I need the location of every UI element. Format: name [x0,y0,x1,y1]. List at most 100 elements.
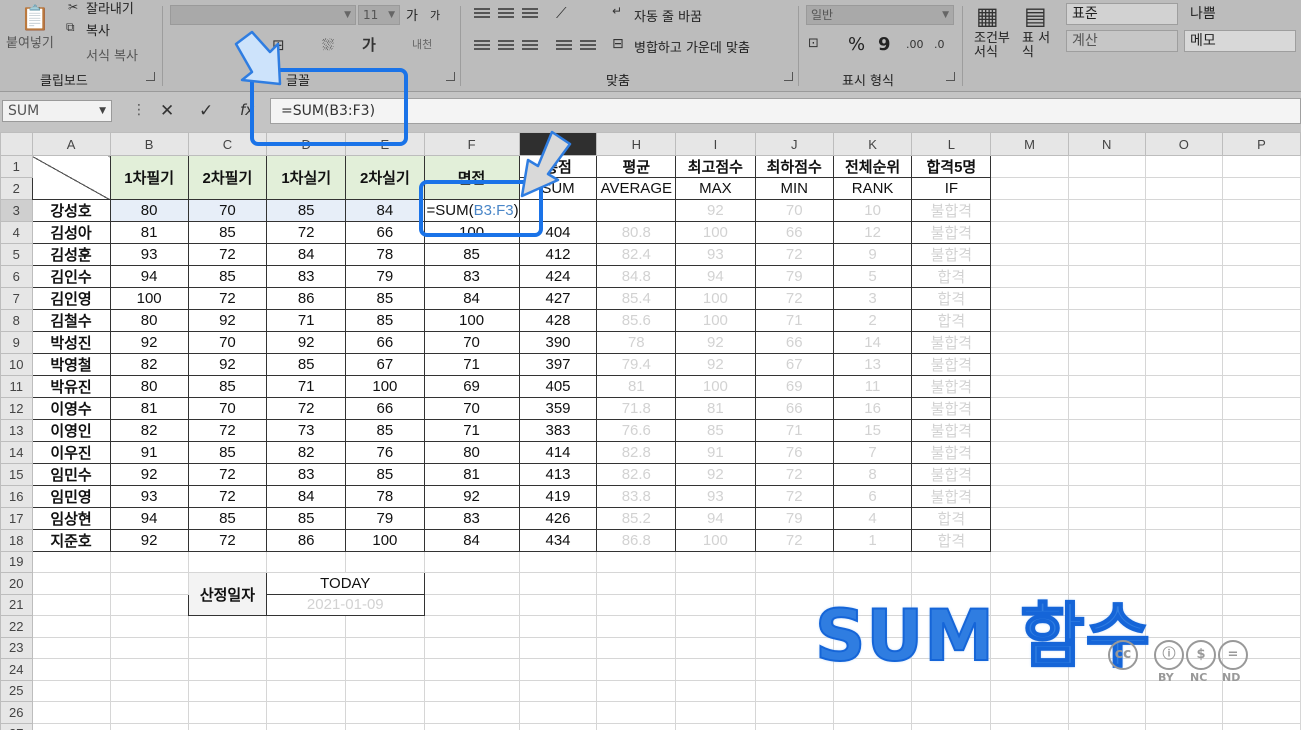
column-header-f[interactable]: F [423,132,520,156]
cell[interactable]: 81 [675,396,756,420]
cell[interactable]: 84 [345,198,425,222]
cell[interactable]: 85 [345,462,425,486]
cell[interactable]: 72 [187,528,268,552]
cell[interactable]: 72 [187,242,268,266]
cell[interactable] [31,679,111,702]
style-calculation[interactable]: 계산 [1066,30,1178,52]
cell[interactable]: 80.8 [596,220,677,244]
cell[interactable]: 83.8 [596,484,677,508]
cell[interactable] [518,615,598,638]
cell[interactable] [345,550,425,573]
row-number[interactable]: 8 [0,308,33,332]
cell[interactable] [990,679,1069,702]
cell[interactable]: 71 [423,352,520,376]
cell[interactable]: 92 [675,462,756,486]
merge-center-button[interactable]: 병합하고 가운데 맞춤 [634,37,750,56]
align-top-icon[interactable] [474,8,490,20]
cell[interactable]: 82 [109,352,189,376]
cell[interactable] [423,636,520,659]
cell[interactable] [423,679,520,702]
row-number[interactable]: 23 [0,636,33,659]
cell[interactable] [1067,308,1146,332]
row-number[interactable]: 21 [0,593,33,616]
cell[interactable] [675,658,756,681]
column-header-k[interactable]: K [832,132,913,156]
cell[interactable]: 100 [423,308,520,332]
cell[interactable]: 427 [518,286,598,310]
cell[interactable] [1221,550,1301,573]
cell[interactable] [187,701,268,724]
cell[interactable] [1144,308,1223,332]
orientation-icon[interactable]: ⟋ [556,4,567,22]
cell[interactable] [990,528,1069,552]
row-number[interactable]: 3 [0,198,33,222]
cell[interactable] [990,550,1069,573]
row-number[interactable]: 20 [0,572,33,595]
cell[interactable] [990,198,1069,222]
percent-button[interactable]: % [848,34,865,55]
cell[interactable]: 93 [109,484,189,508]
cell[interactable]: 15 [832,418,913,442]
row-number[interactable]: 9 [0,330,33,354]
student-name-cell[interactable]: 지준호 [31,528,111,552]
cell[interactable] [675,572,756,595]
cell[interactable]: 100 [675,220,756,244]
cell[interactable]: 불합격 [911,352,992,376]
cell[interactable]: 6 [832,484,913,508]
cell[interactable] [1221,374,1301,398]
cell[interactable]: 85.4 [596,286,677,310]
cell[interactable] [423,572,520,595]
cell[interactable] [1067,722,1146,730]
student-name-cell[interactable]: 임민영 [31,484,111,508]
fill-color-icon[interactable]: ⛆ [322,36,334,54]
cell[interactable]: 80 [109,374,189,398]
formula-input[interactable]: =SUM(B3:F3) [270,98,1301,124]
cell[interactable] [1221,242,1301,266]
cell[interactable] [911,679,992,702]
cell[interactable]: 85 [675,418,756,442]
cell[interactable] [518,593,598,616]
cell[interactable] [675,593,756,616]
phonetic-icon[interactable]: 내천 [412,36,432,52]
subheader-cell[interactable]: MAX [675,177,756,200]
cell[interactable] [596,679,677,702]
cell[interactable]: 84 [423,286,520,310]
cell[interactable] [1067,506,1146,530]
cell[interactable]: 85 [345,308,425,332]
cell[interactable]: 66 [754,220,834,244]
cell[interactable]: 3 [832,286,913,310]
column-header-a[interactable]: A [31,132,111,156]
cell[interactable]: 84 [423,528,520,552]
student-name-cell[interactable]: 김철수 [31,308,111,332]
cell[interactable]: 92 [109,528,189,552]
cell[interactable]: 8 [832,462,913,486]
cell[interactable]: 79.4 [596,352,677,376]
cell[interactable]: 12 [832,220,913,244]
cell[interactable]: 92 [423,484,520,508]
copy-button[interactable]: 복사 [86,20,110,39]
cell[interactable] [1067,550,1146,573]
cell[interactable]: 불합격 [911,330,992,354]
cell[interactable] [911,701,992,724]
cell[interactable] [1144,352,1223,376]
cell[interactable]: 92 [266,330,347,354]
cell[interactable] [754,679,834,702]
cell[interactable] [1221,462,1301,486]
cell[interactable] [1221,528,1301,552]
cell[interactable] [754,722,834,730]
cell[interactable] [832,701,913,724]
row-number[interactable]: 15 [0,462,33,486]
cell[interactable]: 85 [187,506,268,530]
cell[interactable] [1221,722,1301,730]
cell[interactable] [990,484,1069,508]
cell[interactable]: 72 [754,484,834,508]
cell[interactable] [911,722,992,730]
cell[interactable] [990,264,1069,288]
cell[interactable]: 397 [518,352,598,376]
cell[interactable]: 72 [187,418,268,442]
cell[interactable]: 불합격 [911,198,992,222]
cell[interactable]: 85.2 [596,506,677,530]
cell[interactable] [1067,462,1146,486]
cell[interactable]: 419 [518,484,598,508]
cell[interactable]: 70 [423,396,520,420]
